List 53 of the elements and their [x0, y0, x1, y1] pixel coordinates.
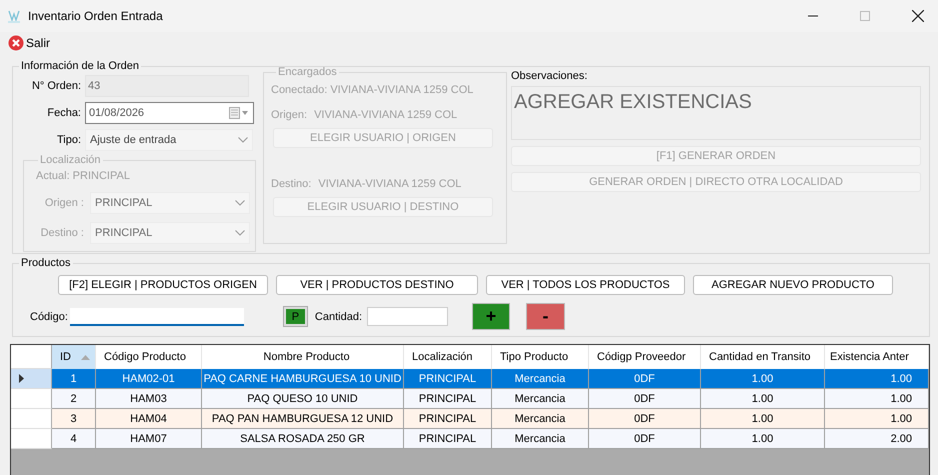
add-button[interactable]: +: [472, 303, 510, 330]
table-cell: SALSA ROSADA 250 GR: [202, 429, 404, 449]
product-button[interactable]: AGREGAR NUEVO PRODUCTO: [693, 275, 893, 295]
table-cell: 2.00: [825, 429, 929, 449]
group-title: Localización: [39, 154, 102, 166]
chevron-down-icon: [238, 136, 248, 142]
product-button[interactable]: VER | PRODUCTOS DESTINO: [276, 275, 478, 295]
table-cell: HAM07: [96, 429, 202, 449]
group-title: Información de la Orden: [20, 60, 140, 72]
product-button[interactable]: [F2] ELEGIR | PRODUCTOS ORIGEN: [58, 275, 268, 295]
field-label: Cantidad:: [314, 310, 362, 322]
type-dropdown[interactable]: Ajuste de entrada: [85, 128, 253, 150]
sort-ascending-icon: [81, 354, 90, 360]
close-icon: [912, 10, 924, 22]
field-label: Fecha:: [46, 106, 82, 118]
field-label: N° Orden:: [30, 80, 82, 92]
field-label: Tipo:: [56, 134, 82, 146]
date-picker[interactable]: 01/08/2026: [85, 102, 254, 124]
location-text: Actual: PRINCIPAL: [35, 169, 131, 184]
group-title: Encargados: [277, 66, 338, 78]
window-title: Inventario Orden Entrada: [28, 9, 163, 23]
app-icon: [8, 9, 20, 23]
chevron-down-icon: [235, 200, 245, 206]
field-label: Destino :: [40, 227, 85, 239]
table-cell: 0DF: [589, 429, 701, 449]
table-cell: Mercancia: [492, 429, 589, 449]
code-input[interactable]: [70, 308, 244, 326]
field-label: Código:: [30, 310, 68, 322]
calendar-icon: [229, 106, 249, 118]
field-label: Origen:: [271, 109, 308, 121]
user-text: Conectado: VIVIANA-VIVIANA 1259 COL: [270, 83, 474, 96]
group-title: Productos: [20, 257, 72, 269]
chevron-down-icon: [235, 230, 245, 236]
quantity-input[interactable]: [367, 307, 448, 326]
observations-field[interactable]: AGREGAR EXISTENCIAS: [511, 86, 921, 140]
field-label: Destino:: [271, 178, 312, 190]
user-text: VIVIANA-VIVIANA 1259 COL: [314, 109, 458, 121]
p-button[interactable]: P: [284, 307, 307, 326]
field-label: Origen :: [44, 197, 85, 209]
table-cell: PRINCIPAL: [404, 429, 492, 449]
exit-button[interactable]: Salir: [8, 35, 50, 51]
table-cell: 4: [52, 429, 96, 449]
row-header[interactable]: [11, 369, 52, 389]
column-header[interactable]: ID: [52, 345, 96, 369]
user-text: VIVIANA-VIVIANA 1259 COL: [318, 178, 462, 190]
order-number-field: 43: [85, 74, 249, 96]
product-button[interactable]: VER | TODOS LOS PRODUCTOS: [486, 275, 685, 295]
close-icon: [8, 35, 24, 51]
field-label: Observaciones:: [511, 69, 588, 84]
row-pointer-icon: [19, 374, 24, 383]
table-cell: 1.00: [701, 429, 825, 449]
remove-button[interactable]: -: [526, 303, 566, 330]
maximize-icon: [860, 11, 870, 21]
